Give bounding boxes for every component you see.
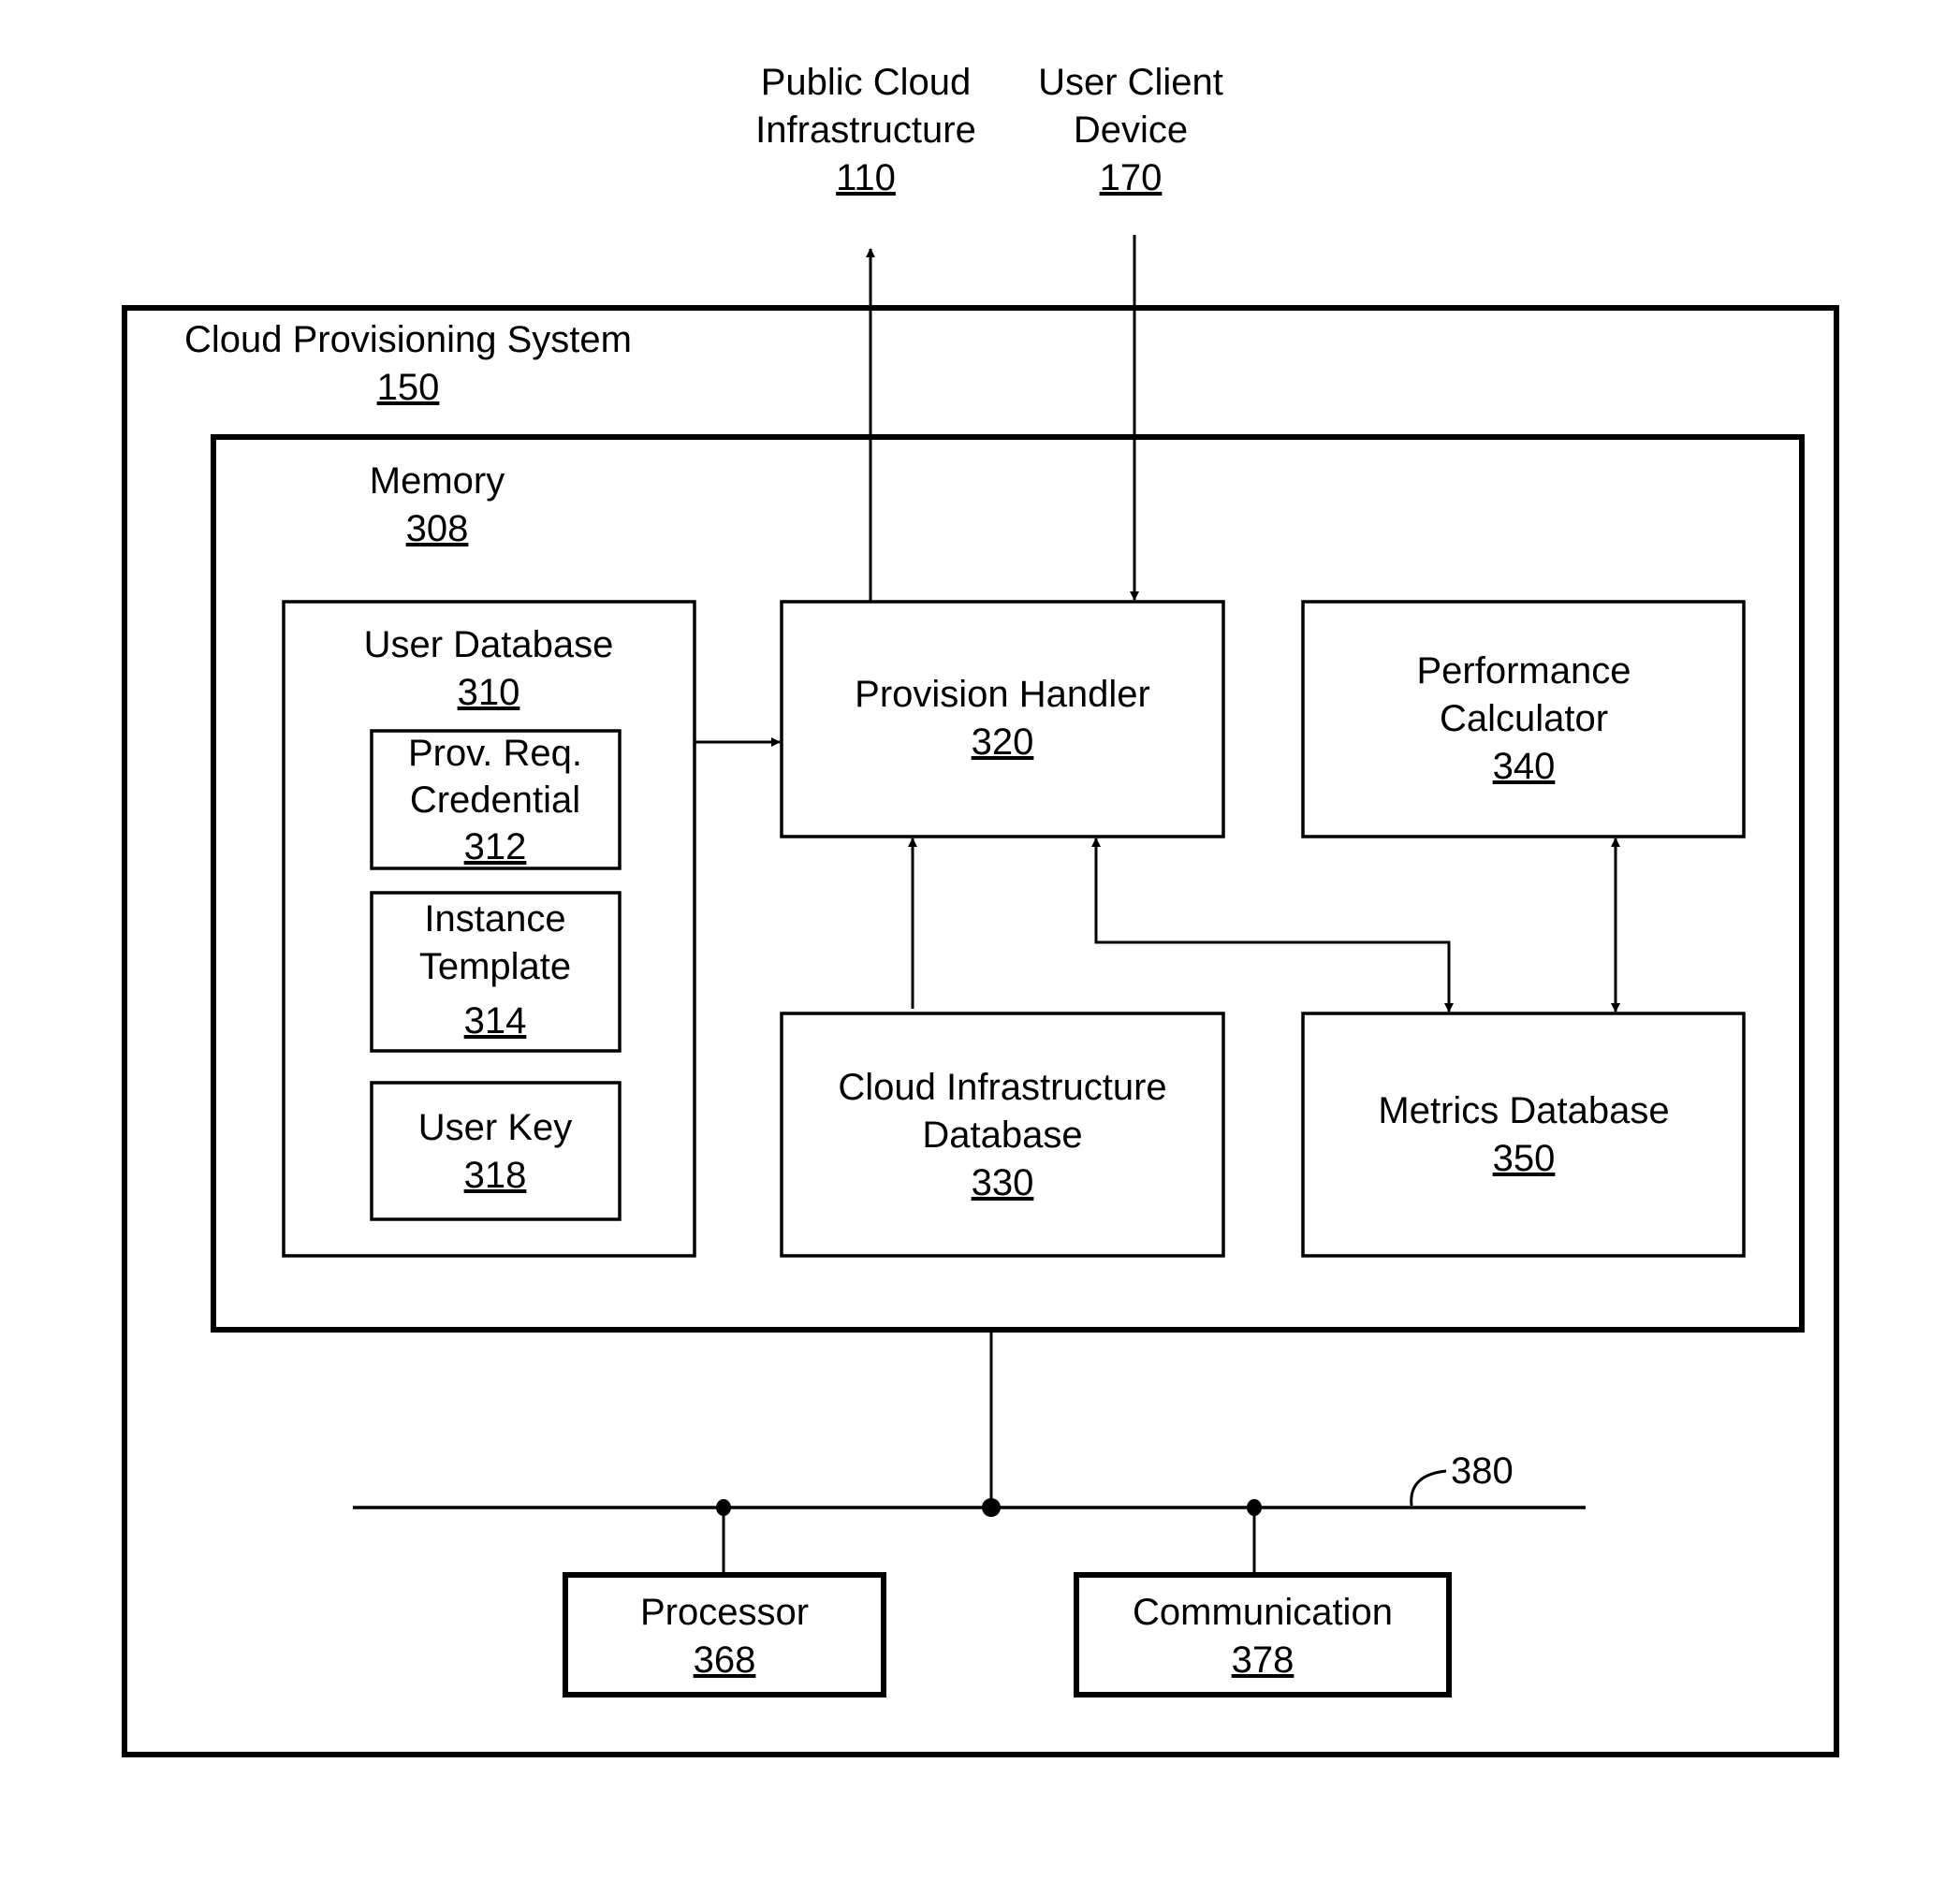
cloud-infra-db-ref: 330 [972,1162,1034,1203]
metrics-db-ref: 350 [1493,1138,1556,1179]
processor-ref: 368 [694,1639,756,1681]
public-cloud-ref: 110 [836,157,896,198]
cloud-provisioning-diagram: Public Cloud Infrastructure 110 User Cli… [122,62,1839,1757]
memory-label: Memory [370,460,505,502]
performance-calculator-line1: Performance [1417,650,1631,692]
prov-req-line2: Credential [410,779,580,821]
instance-template-ref: 314 [464,1000,527,1042]
metrics-db-label: Metrics Database [1378,1090,1669,1131]
provision-handler-ref: 320 [972,721,1034,763]
user-key-box [370,1081,622,1221]
user-key-ref: 318 [464,1155,527,1196]
public-cloud-line1: Public Cloud [761,62,972,103]
bus-ref: 380 [1451,1450,1514,1492]
instance-template-line1: Instance [424,898,565,940]
performance-calculator-line2: Calculator [1440,698,1608,739]
user-client-line2: Device [1074,109,1188,151]
cloud-infra-db-line2: Database [922,1115,1082,1156]
provision-handler-box [780,600,1225,838]
prov-req-line1: Prov. Req. [408,733,582,774]
processor-label: Processor [640,1592,809,1633]
system-label: Cloud Provisioning System [184,319,632,360]
metrics-database-box [1301,1012,1746,1258]
instance-template-line2: Template [419,946,571,987]
provision-handler-label: Provision Handler [855,674,1150,715]
performance-calculator-ref: 340 [1493,746,1556,787]
public-cloud-line2: Infrastructure [755,109,976,151]
user-database-ref: 310 [458,672,520,713]
user-client-device-label: User Client Device 170 [1038,62,1223,198]
communication-ref: 378 [1232,1639,1294,1681]
memory-bus-junction [982,1498,1001,1517]
public-cloud-infrastructure-label: Public Cloud Infrastructure 110 [755,62,976,198]
memory-ref: 308 [406,508,469,549]
user-database-label: User Database [364,624,614,665]
user-client-ref: 170 [1100,157,1163,198]
user-client-line1: User Client [1038,62,1223,103]
prov-req-ref: 312 [464,826,527,867]
system-ref: 150 [377,367,440,408]
user-key-label: User Key [418,1107,573,1148]
communication-label: Communication [1133,1592,1393,1633]
cloud-infra-db-line1: Cloud Infrastructure [838,1067,1166,1108]
